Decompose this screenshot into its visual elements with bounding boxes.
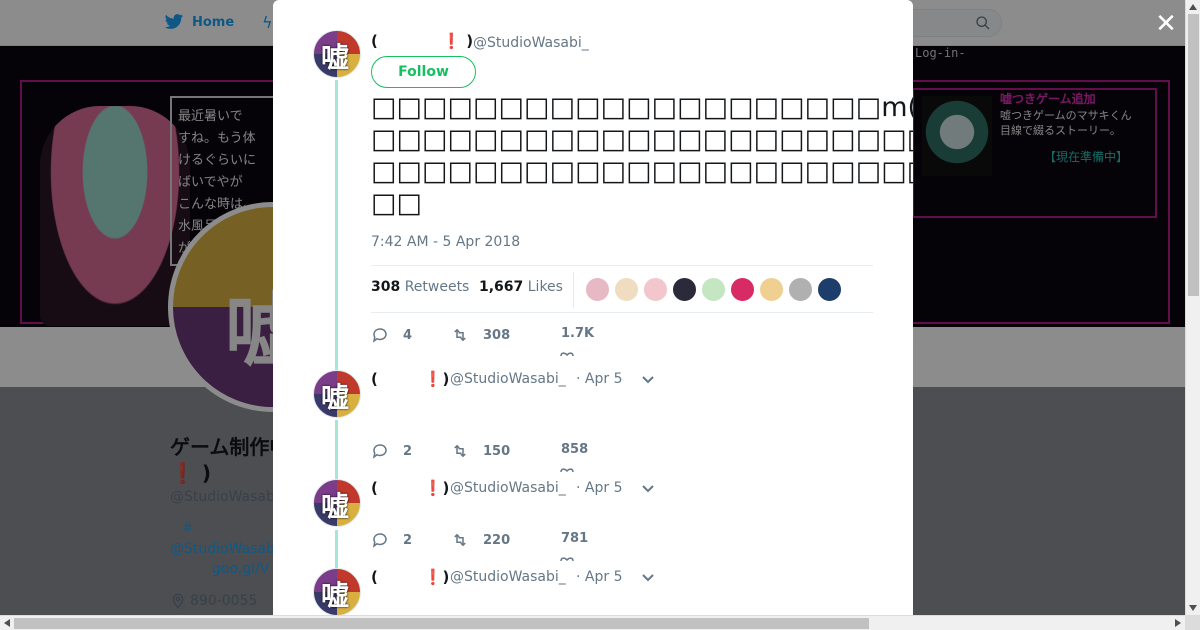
reply-icon	[372, 328, 387, 343]
chevron-down-icon[interactable]	[641, 571, 655, 585]
scrollbar-thumb[interactable]	[1188, 14, 1199, 296]
liker-avatar[interactable]	[759, 277, 784, 302]
reply-count: 2	[403, 443, 413, 459]
likes-label: Likes	[527, 279, 563, 295]
tweet-modal: 嘘 ( ❗ ) @StudioWasabi_ Follow □□□□□□□□□□…	[273, 0, 913, 615]
scroll-up-arrow[interactable]	[1189, 4, 1197, 10]
reply-icon	[372, 533, 387, 548]
reply-author-handle[interactable]: @StudioWasabi_	[450, 371, 566, 387]
scroll-left-arrow[interactable]	[4, 619, 10, 627]
like-count: 1.7K	[561, 326, 595, 341]
reply-date[interactable]: · Apr 5	[576, 480, 622, 496]
horizontal-scrollbar[interactable]	[0, 615, 1185, 630]
reply-date[interactable]: · Apr 5	[576, 371, 622, 387]
close-icon[interactable]: ✕	[1153, 11, 1179, 37]
thread-line	[335, 420, 338, 480]
avatar-glyph: 嘘	[321, 579, 350, 612]
name-open: (	[371, 568, 378, 586]
reply-avatar[interactable]: 嘘	[313, 568, 361, 615]
retweet-count: 150	[483, 443, 511, 459]
scrollbar-corner	[1185, 615, 1200, 630]
liker-avatar[interactable]	[817, 277, 842, 302]
reply-avatar[interactable]: 嘘	[313, 370, 361, 418]
name-close: )	[442, 568, 450, 586]
thread-line	[335, 80, 338, 370]
retweets-count: 308	[371, 279, 401, 295]
reply-author-name[interactable]: ( ❗)	[371, 370, 449, 388]
reply-avatar[interactable]: 嘘	[313, 479, 361, 527]
reply-button[interactable]: 4	[371, 326, 412, 344]
likes-count: 1,667	[479, 279, 524, 295]
liker-avatar[interactable]	[643, 277, 668, 302]
avatar-glyph: 嘘	[321, 381, 350, 414]
heart-icon[interactable]	[560, 350, 574, 358]
tweet-author-handle[interactable]: @StudioWasabi_	[473, 35, 589, 51]
name-bang: ❗	[423, 479, 443, 497]
reply-date[interactable]: · Apr 5	[576, 569, 622, 585]
reply-button[interactable]: 2	[371, 531, 412, 549]
retweet-icon	[454, 533, 466, 547]
liker-avatar[interactable]	[672, 277, 697, 302]
likes-stat[interactable]: 1,667 Likes	[479, 279, 563, 295]
name-open: (	[371, 32, 378, 50]
name-close: )	[442, 370, 450, 388]
reply-author-name[interactable]: ( ❗)	[371, 479, 449, 497]
retweet-count: 308	[483, 327, 511, 343]
tweet-timestamp[interactable]: 7:42 AM - 5 Apr 2018	[371, 234, 520, 250]
name-bang: ❗	[423, 370, 443, 388]
retweet-button[interactable]: 220	[451, 531, 510, 549]
tweet-author-name[interactable]: ( ❗ )	[371, 32, 473, 50]
like-button[interactable]: 858	[561, 442, 588, 457]
liker-avatars	[585, 277, 842, 302]
scrollbar-thumb[interactable]	[14, 618, 869, 629]
avatar-glyph: 嘘	[321, 41, 350, 74]
chevron-down-icon[interactable]	[641, 373, 655, 387]
reply-count: 2	[403, 532, 413, 548]
reply-author-handle[interactable]: @StudioWasabi_	[450, 569, 566, 585]
retweet-icon	[454, 444, 466, 458]
tweet-stats: 308 Retweets 1,667 Likes	[371, 265, 873, 313]
tweet-text: □□□□□□□□□□□□□□□□□□□□m(_ _)m □□□□□□□□□□□□…	[371, 92, 913, 219]
name-open: (	[371, 370, 378, 388]
reply-author-handle[interactable]: @StudioWasabi_	[450, 480, 566, 496]
like-count: 858	[561, 442, 589, 457]
like-button[interactable]: 1.7K	[561, 326, 594, 341]
heart-icon[interactable]	[560, 555, 574, 563]
name-close: )	[442, 479, 450, 497]
retweet-button[interactable]: 308	[451, 326, 510, 344]
reply-author-name[interactable]: ( ❗)	[371, 568, 449, 586]
retweet-button[interactable]: 150	[451, 442, 510, 460]
retweets-label: Retweets	[404, 279, 470, 295]
retweet-count: 220	[483, 532, 511, 548]
name-open: (	[371, 479, 378, 497]
reply-button[interactable]: 2	[371, 442, 412, 460]
heart-icon[interactable]	[560, 466, 574, 474]
retweet-icon	[454, 328, 466, 342]
liker-avatar[interactable]	[701, 277, 726, 302]
liker-avatar[interactable]	[585, 277, 610, 302]
reply-count: 4	[403, 327, 413, 343]
liker-avatar[interactable]	[614, 277, 639, 302]
chevron-down-icon[interactable]	[641, 482, 655, 496]
retweets-stat[interactable]: 308 Retweets	[371, 279, 469, 295]
scroll-right-arrow[interactable]	[1175, 619, 1181, 627]
stats-divider	[573, 272, 574, 308]
liker-avatar[interactable]	[730, 277, 755, 302]
name-bang: ❗	[442, 32, 462, 50]
scroll-down-arrow[interactable]	[1189, 605, 1197, 611]
avatar-glyph: 嘘	[321, 490, 350, 523]
follow-button[interactable]: Follow	[371, 56, 476, 88]
like-count: 781	[561, 531, 589, 546]
tweet-avatar[interactable]: 嘘	[313, 30, 361, 78]
reply-icon	[372, 444, 387, 459]
name-bang: ❗	[423, 568, 443, 586]
thread-line	[335, 530, 338, 570]
vertical-scrollbar[interactable]	[1185, 0, 1200, 615]
like-button[interactable]: 781	[561, 531, 588, 546]
liker-avatar[interactable]	[788, 277, 813, 302]
